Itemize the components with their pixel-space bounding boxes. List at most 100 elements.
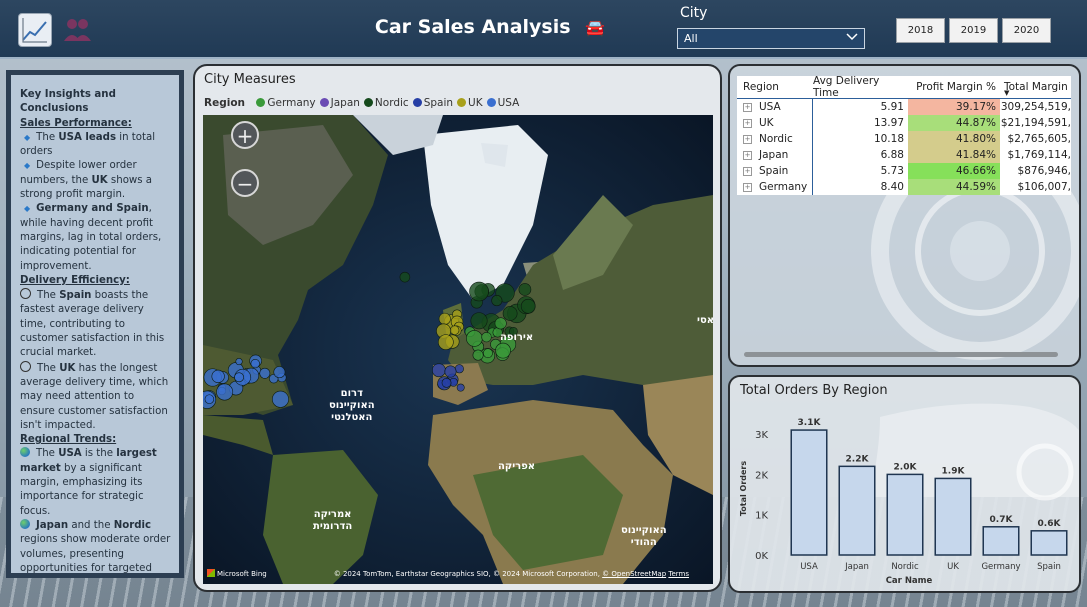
table-row[interactable]: + Japan 6.88 41.84% $1,769,114,	[737, 147, 1071, 163]
legend-item-germany[interactable]: Germany	[267, 97, 315, 109]
zoom-out-button[interactable]: −	[231, 169, 259, 197]
page-title: Car Sales Analysis 🚘	[374, 16, 606, 38]
city-bubble-germany[interactable]	[472, 349, 484, 361]
city-bubble-usa[interactable]	[250, 358, 260, 369]
expand-icon[interactable]: +	[743, 182, 752, 192]
city-bubble-germany[interactable]	[495, 342, 511, 359]
globe-icon	[20, 518, 30, 529]
year-button-2018[interactable]: 2018	[896, 18, 945, 43]
legend-item-usa[interactable]: USA	[498, 97, 520, 109]
table-row[interactable]: + Germany 8.40 44.59% $106,007,	[737, 179, 1071, 195]
total-margin-cell: $876,946,	[1017, 165, 1071, 177]
bar-uk[interactable]	[934, 477, 972, 556]
avg-delivery-cell: 13.97	[873, 117, 904, 129]
map-canvas[interactable]: + − דרום האוקיינוס האטלנטי אירופה אפריקה…	[203, 115, 713, 584]
zoom-in-button[interactable]: +	[231, 121, 259, 149]
expand-icon[interactable]: +	[743, 134, 752, 144]
year-button-2020[interactable]: 2020	[1002, 18, 1051, 43]
city-dropdown[interactable]: All	[677, 28, 865, 49]
city-bubble-nordic[interactable]	[491, 295, 503, 307]
legend-dot-icon	[256, 98, 266, 107]
city-bubble-nordic[interactable]	[399, 271, 411, 283]
city-bubble-nordic[interactable]	[520, 298, 536, 314]
legend-item-uk[interactable]: UK	[468, 97, 483, 109]
bar-spain[interactable]	[1030, 530, 1068, 556]
legend-item-japan[interactable]: Japan	[331, 97, 360, 109]
avg-delivery-cell: 5.91	[880, 101, 904, 113]
city-bubble-usa[interactable]	[216, 383, 234, 401]
city-bubble-germany[interactable]	[481, 331, 492, 343]
city-bubble-uk[interactable]	[449, 325, 460, 335]
city-bubble-germany[interactable]	[466, 330, 483, 347]
region-cell: + USA	[737, 99, 813, 115]
column-header-profit-margin[interactable]: Profit Margin %	[908, 76, 1000, 98]
table-row[interactable]: + USA 5.91 39.17% $309,254,519,	[737, 99, 1071, 115]
expand-icon[interactable]: +	[743, 102, 752, 112]
legend-dot-icon	[363, 98, 373, 107]
city-bubble-nordic[interactable]	[518, 283, 532, 296]
column-header-total-margin[interactable]: Total Margin ▼	[1000, 76, 1071, 98]
city-bubble-usa[interactable]	[235, 357, 243, 366]
y-tick-label: 1K	[755, 511, 768, 522]
year-button-2019[interactable]: 2019	[949, 18, 998, 43]
horizontal-scrollbar[interactable]	[744, 352, 1058, 357]
city-bubble-nordic[interactable]	[502, 306, 518, 321]
city-bubble-uk[interactable]	[437, 334, 454, 351]
city-bubble-spain[interactable]	[431, 363, 446, 378]
x-axis-label: Car Name	[886, 576, 933, 586]
table-row[interactable]: + Spain 5.73 46.66% $876,946,	[737, 163, 1071, 179]
city-bubble-spain[interactable]	[456, 383, 465, 392]
x-tick-label: Germany	[981, 562, 1020, 572]
profit-margin-cell: 44.59%	[908, 179, 1000, 195]
profit-margin-cell: 46.66%	[908, 163, 1000, 179]
city-bubble-nordic[interactable]	[469, 281, 489, 302]
table-row[interactable]: + Nordic 10.18 41.80% $2,765,605,	[737, 131, 1071, 147]
bar-japan[interactable]	[838, 465, 876, 556]
bar-usa[interactable]	[790, 429, 828, 556]
openstreetmap-link[interactable]: © OpenStreetMap	[602, 570, 666, 578]
city-bubble-usa[interactable]	[273, 366, 286, 379]
expand-icon[interactable]: +	[743, 166, 752, 176]
car-emoji-icon: 🚘	[585, 18, 606, 37]
bar-germany[interactable]	[982, 526, 1020, 556]
city-bubble-spain[interactable]	[441, 378, 452, 388]
city-bubble-nordic[interactable]	[470, 312, 488, 330]
map-legend: Region Germany Japan Nordic Spain UK USA	[204, 97, 519, 109]
insight-item: The UK has the longest average delivery …	[20, 360, 169, 431]
insight-item: The USA is the largest market by a signi…	[20, 447, 157, 517]
insight-item: Japan and the Nordic regions show modera…	[20, 518, 171, 573]
city-bubble-usa[interactable]	[204, 394, 215, 404]
total-margin-cell: $106,007,	[1017, 181, 1071, 193]
city-bubble-spain[interactable]	[444, 365, 457, 378]
table-row[interactable]: + UK 13.97 44.87% $21,194,591,	[737, 115, 1071, 131]
insights-section-title: Regional Trends:	[20, 434, 117, 446]
city-bubble-germany[interactable]	[483, 348, 493, 359]
city-bubble-usa[interactable]	[272, 390, 289, 408]
expand-icon[interactable]: +	[743, 118, 752, 128]
users-icon[interactable]	[62, 13, 94, 45]
city-bubble-uk[interactable]	[438, 312, 451, 325]
terms-link[interactable]: Terms	[668, 570, 689, 578]
bar-nordic[interactable]	[886, 473, 924, 556]
city-bubble-usa[interactable]	[259, 367, 271, 379]
line-chart-icon[interactable]	[18, 13, 52, 47]
insight-item: ◆ The USA leads in total orders	[20, 131, 156, 158]
city-bubble-germany[interactable]	[494, 317, 507, 330]
diamond-bullet-icon: ◆	[24, 161, 31, 171]
clock-icon	[20, 288, 31, 300]
total-orders-chart-panel: Total Orders By Region 0K 1K 2K 3K Total Ord…	[728, 375, 1081, 593]
legend-dot-icon	[486, 98, 496, 107]
x-tick-label: USA	[800, 562, 818, 572]
region-cell: + Japan	[737, 147, 813, 163]
legend-item-spain[interactable]: Spain	[424, 97, 453, 109]
region-cell: + UK	[737, 115, 813, 131]
column-header-avg-delivery[interactable]: Avg Delivery Time	[813, 75, 908, 99]
column-header-region[interactable]: Region	[737, 76, 813, 98]
expand-icon[interactable]: +	[743, 150, 752, 160]
city-bubble-usa[interactable]	[234, 372, 244, 383]
legend-item-nordic[interactable]: Nordic	[375, 97, 409, 109]
insights-text-box[interactable]: Key Insights and Conclusions Sales Perfo…	[11, 75, 179, 573]
microsoft-logo-icon	[207, 569, 215, 577]
city-bubble-usa[interactable]	[211, 369, 225, 383]
bing-logo: Microsoft Bing	[207, 569, 267, 578]
